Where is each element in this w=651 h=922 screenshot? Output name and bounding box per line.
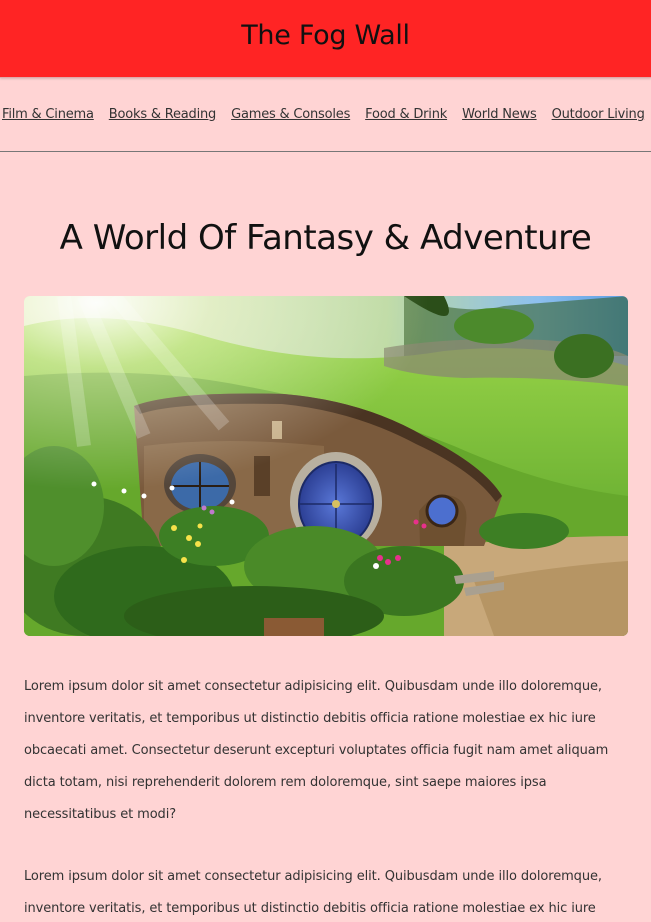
nav-link-games-consoles[interactable]: Games & Consoles xyxy=(231,107,350,122)
site-header: The Fog Wall xyxy=(0,0,651,78)
nav-link-outdoor-living[interactable]: Outdoor Living xyxy=(552,107,645,122)
main-nav: Film & Cinema Books & Reading Games & Co… xyxy=(0,78,651,152)
nav-link-world-news[interactable]: World News xyxy=(462,107,537,122)
nav-link-food-drink[interactable]: Food & Drink xyxy=(365,107,447,122)
article: A World Of Fantasy & Adventure Lorem ips… xyxy=(0,218,651,922)
article-paragraph-2: Lorem ipsum dolor sit amet consectetur a… xyxy=(24,869,602,916)
article-paragraph-1: Lorem ipsum dolor sit amet consectetur a… xyxy=(24,679,609,822)
article-title: A World Of Fantasy & Adventure xyxy=(59,218,592,258)
nav-link-books-reading[interactable]: Books & Reading xyxy=(109,107,217,122)
site-title: The Fog Wall xyxy=(241,20,410,51)
nav-link-film-cinema[interactable]: Film & Cinema xyxy=(2,107,94,122)
hero-image xyxy=(24,296,628,636)
